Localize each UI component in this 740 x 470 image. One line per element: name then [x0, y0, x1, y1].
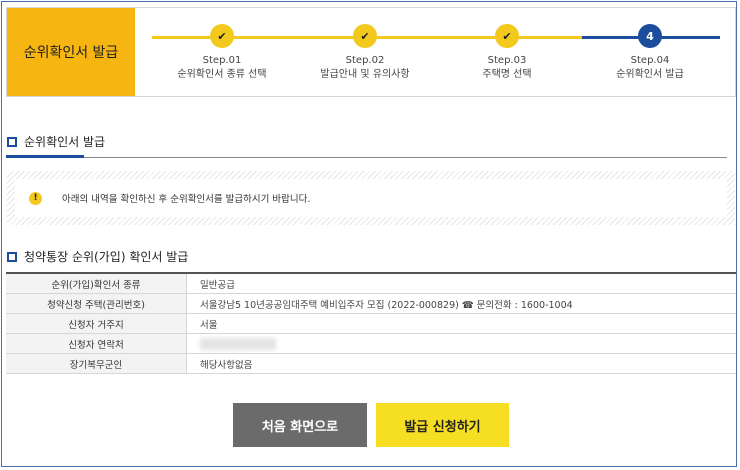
step-label: 발급안내 및 유의사항: [320, 69, 410, 80]
check-icon: ✔: [210, 24, 234, 48]
square-bullet-icon: [7, 136, 17, 147]
check-icon: ✔: [495, 24, 519, 48]
row-value-redacted: [186, 333, 736, 354]
row-label: 신청자 거주지: [6, 313, 187, 334]
row-value: 서울: [186, 313, 736, 334]
table-row: 순위(가입)확인서 종류 일반공급: [6, 273, 736, 294]
row-value: 해당사항없음: [186, 353, 736, 374]
step-number: Step.03: [487, 55, 527, 66]
notice-box: ! 아래의 내역을 확인하신 후 순위확인서를 발급하시기 바랍니다.: [7, 171, 735, 225]
table-row: 장기복무군인 해당사항없음: [6, 353, 736, 374]
divider: [6, 157, 727, 158]
certificate-info-table: 순위(가입)확인서 종류 일반공급 청약신청 주택(관리번호) 서울강남5 10…: [6, 272, 736, 374]
row-value: 일반공급: [186, 273, 736, 294]
row-label: 순위(가입)확인서 종류: [6, 273, 187, 294]
step-label: 주택명 선택: [482, 69, 532, 80]
step-progress-bar: 순위확인서 발급 ✔ Step.01 순위확인서 종류 선택 ✔ Step.02…: [6, 7, 736, 97]
square-bullet-icon: [7, 251, 17, 262]
step-3: ✔ Step.03 주택명 선택: [437, 24, 577, 82]
step-label: 순위확인서 종류 선택: [177, 69, 267, 80]
step-4: 4 Step.04 순위확인서 발급: [580, 24, 720, 82]
warning-icon: !: [29, 191, 42, 205]
back-to-start-button[interactable]: 처음 화면으로: [233, 403, 367, 447]
row-value: 서울강남5 10년공공임대주택 예비입주자 모집 (2022-000829) ☎…: [186, 293, 736, 314]
section-title: 순위확인서 발급: [24, 135, 106, 149]
apply-issue-button[interactable]: 발급 신청하기: [376, 403, 509, 447]
redacted-phone: [200, 337, 276, 350]
row-label: 장기복무군인: [6, 353, 187, 374]
check-icon: ✔: [353, 24, 377, 48]
table-row: 신청자 거주지 서울: [6, 313, 736, 334]
step-number: Step.02: [345, 55, 385, 66]
step-number: Step.01: [202, 55, 242, 66]
section-title: 청약통장 순위(가입) 확인서 발급: [24, 250, 189, 264]
row-label: 신청자 연락처: [6, 333, 187, 354]
step-number: Step.04: [630, 55, 670, 66]
notice-text: 아래의 내역을 확인하신 후 순위확인서를 발급하시기 바랍니다.: [62, 194, 311, 205]
section-heading-issue: 순위확인서 발급: [7, 133, 105, 150]
table-row: 청약신청 주택(관리번호) 서울강남5 10년공공임대주택 예비입주자 모집 (…: [6, 293, 736, 314]
page-frame: 순위확인서 발급 ✔ Step.01 순위확인서 종류 선택 ✔ Step.02…: [1, 1, 737, 467]
step-label: 순위확인서 발급: [616, 69, 684, 80]
divider-accent: [6, 155, 84, 158]
step-number-badge: 4: [638, 24, 662, 48]
row-label: 청약신청 주택(관리번호): [6, 293, 187, 314]
table-row: 신청자 연락처: [6, 333, 736, 354]
step-2: ✔ Step.02 발급안내 및 유의사항: [295, 24, 435, 82]
step-1: ✔ Step.01 순위확인서 종류 선택: [152, 24, 292, 82]
page-title: 순위확인서 발급: [7, 8, 135, 96]
section-heading-certificate: 청약통장 순위(가입) 확인서 발급: [7, 248, 188, 265]
